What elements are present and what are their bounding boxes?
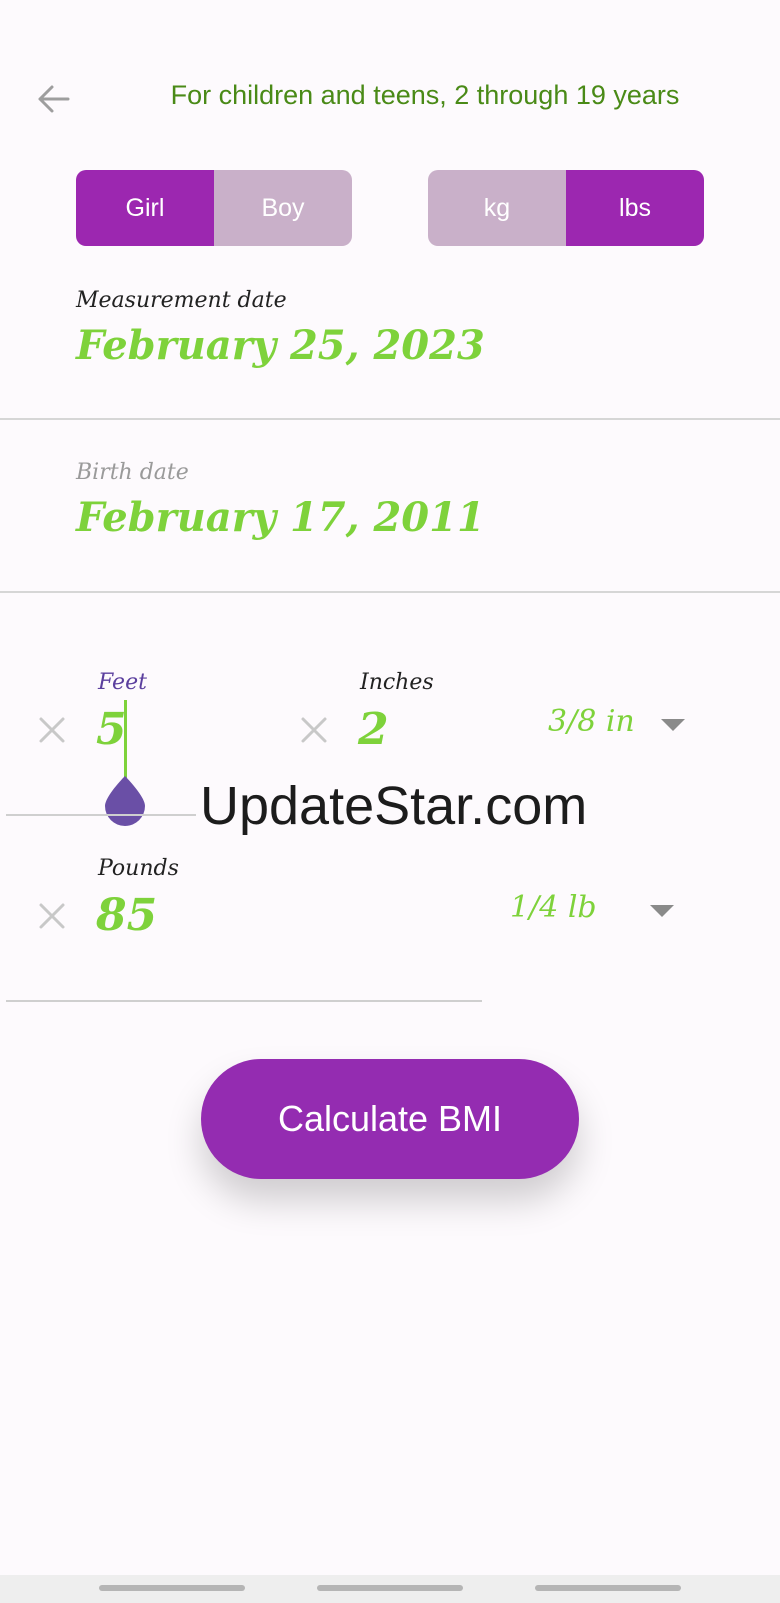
close-icon	[39, 903, 65, 929]
pounds-precision: 1/4 lb	[510, 890, 597, 925]
clear-inches-button[interactable]	[294, 710, 334, 750]
divider	[0, 591, 780, 593]
feet-input[interactable]: 5	[96, 704, 127, 755]
birth-date-value[interactable]: February 17, 2011	[76, 494, 485, 541]
divider	[0, 418, 780, 420]
inches-input[interactable]: 2	[358, 704, 389, 755]
pounds-underline	[6, 1000, 482, 1002]
lbs-button[interactable]: lbs	[566, 170, 704, 246]
close-icon	[39, 717, 65, 743]
arrow-left-icon	[38, 85, 70, 113]
text-cursor	[124, 700, 127, 780]
clear-feet-button[interactable]	[32, 710, 72, 750]
page-title: For children and teens, 2 through 19 yea…	[170, 80, 680, 110]
close-icon	[301, 717, 327, 743]
feet-label: Feet	[98, 670, 147, 695]
unit-toggle: kg lbs	[428, 170, 704, 246]
pounds-label: Pounds	[98, 856, 179, 881]
gender-toggle: Girl Boy	[76, 170, 352, 246]
nav-pill[interactable]	[99, 1585, 245, 1591]
inches-precision: 3/8 in	[548, 704, 635, 739]
pounds-precision-dropdown[interactable]	[650, 905, 674, 917]
nav-pill[interactable]	[535, 1585, 681, 1591]
birth-date-label: Birth date	[76, 460, 189, 485]
feet-underline	[6, 814, 196, 816]
measurement-date-value[interactable]: February 25, 2023	[76, 322, 485, 369]
clear-pounds-button[interactable]	[32, 896, 72, 936]
cursor-handle[interactable]	[103, 776, 147, 828]
nav-pill[interactable]	[317, 1585, 463, 1591]
pounds-input[interactable]: 85	[96, 890, 157, 941]
inches-precision-dropdown[interactable]	[661, 719, 685, 731]
watermark: UpdateStar.com	[200, 776, 588, 836]
inches-label: Inches	[360, 670, 434, 695]
calculate-bmi-button[interactable]: Calculate BMI	[201, 1059, 579, 1179]
boy-button[interactable]: Boy	[214, 170, 352, 246]
kg-button[interactable]: kg	[428, 170, 566, 246]
teardrop-handle-icon	[105, 776, 145, 826]
back-button[interactable]	[30, 76, 76, 122]
measurement-date-label: Measurement date	[76, 288, 287, 313]
girl-button[interactable]: Girl	[76, 170, 214, 246]
